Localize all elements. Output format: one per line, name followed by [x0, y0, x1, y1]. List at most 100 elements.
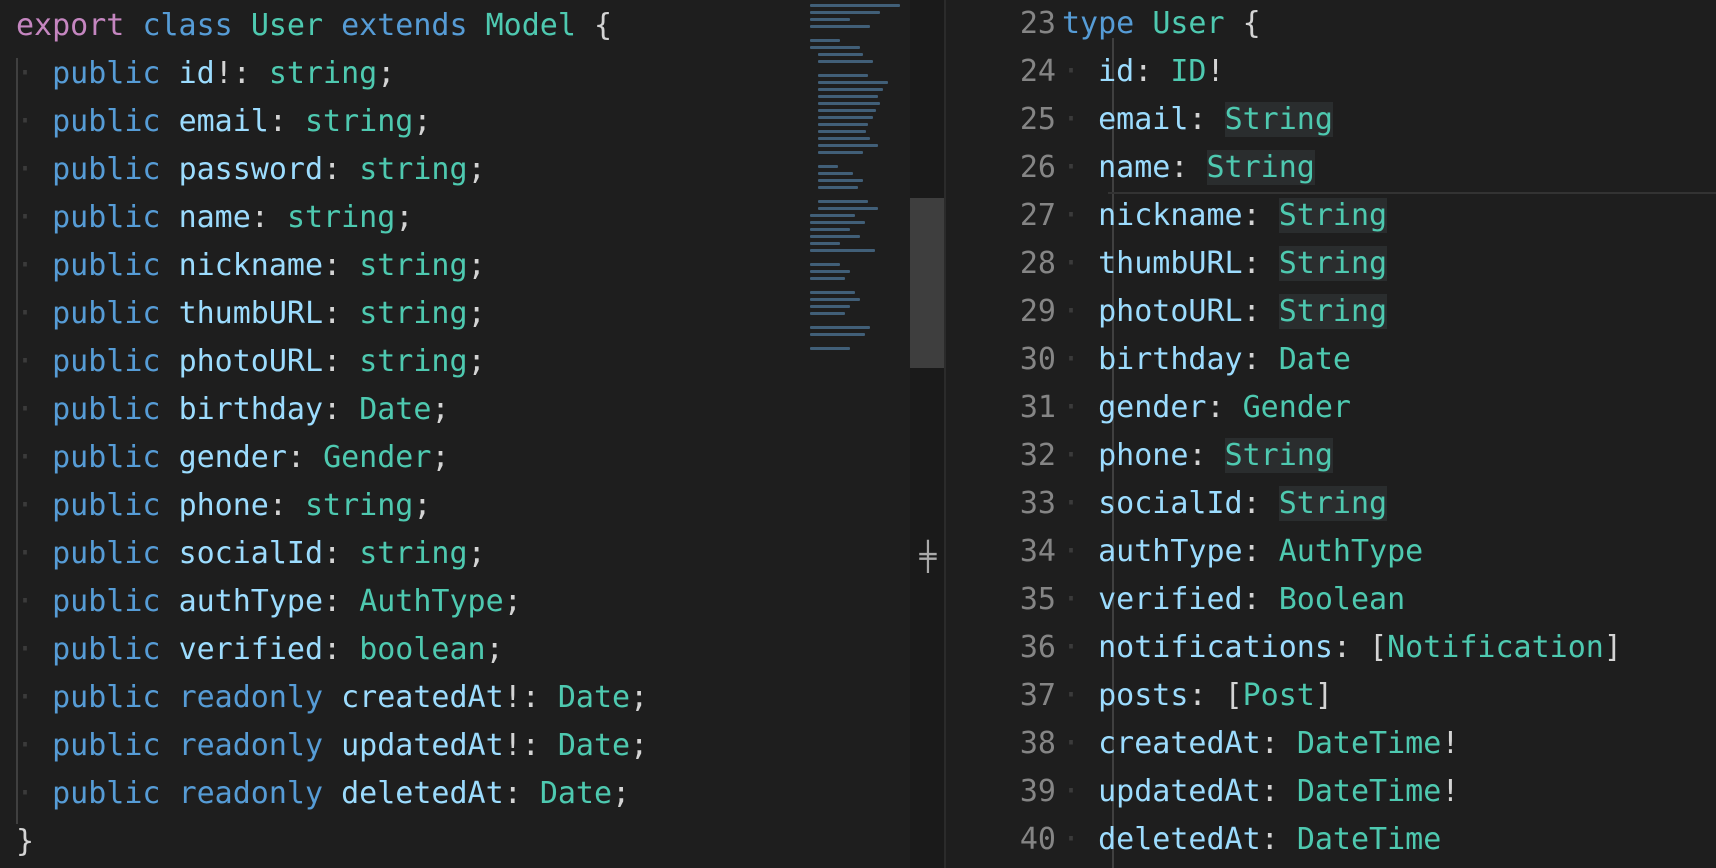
code-token: ·: [16, 296, 53, 331]
code-line[interactable]: · public verified: boolean;: [16, 626, 504, 674]
left-scrollbar-track[interactable]: [910, 0, 944, 868]
code-token: class: [142, 8, 233, 43]
code-line[interactable]: · public readonly deletedAt: Date;: [16, 770, 630, 818]
sash-handle-icon[interactable]: ╪: [914, 540, 942, 574]
code-line[interactable]: · public gender: Gender;: [16, 434, 450, 482]
scrollbar-slider[interactable]: [910, 198, 944, 368]
code-line[interactable]: · deletedAt: DateTime: [1062, 816, 1441, 864]
code-token: Notification: [1387, 630, 1604, 665]
code-line[interactable]: · birthday: Date: [1062, 336, 1351, 384]
code-line[interactable]: · public readonly updatedAt!: Date;: [16, 722, 648, 770]
code-token: public: [52, 584, 161, 619]
code-line[interactable]: · public name: string;: [16, 194, 413, 242]
code-line[interactable]: export class User extends Model {: [16, 2, 612, 50]
code-token: email: [1098, 102, 1189, 137]
code-token: :: [323, 536, 360, 571]
code-token: :: [1242, 342, 1279, 377]
minimap-line: [818, 88, 883, 91]
code-line[interactable]: · socialId: String: [1062, 480, 1388, 528]
code-line[interactable]: · name: String: [1062, 144, 1315, 192]
code-line[interactable]: · posts: [Post]: [1062, 672, 1333, 720]
code-line[interactable]: · photoURL: String: [1062, 288, 1388, 336]
code-line[interactable]: · email: String: [1062, 96, 1333, 144]
code-line[interactable]: · thumbURL: String: [1062, 240, 1388, 288]
code-token: public: [52, 152, 161, 187]
code-line[interactable]: · updatedAt: DateTime!: [1062, 768, 1459, 816]
code-line[interactable]: · public nickname: string;: [16, 242, 486, 290]
minimap-line: [810, 4, 900, 7]
code-line[interactable]: · public readonly createdAt!: Date;: [16, 674, 648, 722]
code-token: ;: [612, 776, 631, 811]
code-token: String: [1224, 102, 1333, 137]
code-line[interactable]: · public email: string;: [16, 98, 431, 146]
code-token: ·: [16, 440, 53, 475]
code-token: Model: [485, 8, 576, 43]
code-token: string: [359, 344, 468, 379]
code-token: birthday: [178, 392, 324, 427]
code-token: ;: [395, 200, 414, 235]
code-line[interactable]: · public password: string;: [16, 146, 486, 194]
code-token: ]: [1314, 678, 1333, 713]
code-token: ·: [16, 344, 53, 379]
code-token: public: [52, 776, 161, 811]
minimap-line: [810, 11, 880, 14]
code-line[interactable]: · id: ID!: [1062, 48, 1225, 96]
left-editor-pane[interactable]: export class User extends Model {· publi…: [0, 0, 908, 868]
code-token: ·: [16, 248, 53, 283]
code-line[interactable]: · phone: String: [1062, 432, 1333, 480]
code-line[interactable]: · createdAt: DateTime!: [1062, 720, 1459, 768]
code-token: ;: [467, 536, 486, 571]
code-token: !:: [214, 56, 269, 91]
minimap-line: [810, 347, 850, 350]
code-line[interactable]: · authType: AuthType: [1062, 528, 1423, 576]
minimap-line: [818, 53, 863, 56]
code-line[interactable]: · public authType: AuthType;: [16, 578, 522, 626]
code-token: :: [323, 344, 360, 379]
code-line[interactable]: · notifications: [Notification]: [1062, 624, 1622, 672]
code-token: :: [503, 776, 540, 811]
code-token: ·: [16, 392, 53, 427]
code-line[interactable]: type User {: [1062, 0, 1261, 48]
code-token: public: [52, 56, 161, 91]
code-token: thumbURL: [178, 296, 324, 331]
code-line[interactable]: }: [16, 818, 34, 866]
code-token: :: [323, 152, 360, 187]
minimap[interactable]: [808, 0, 918, 380]
code-token: authType: [178, 584, 324, 619]
code-line[interactable]: · public socialId: string;: [16, 530, 486, 578]
line-number: 27: [1019, 198, 1056, 233]
right-editor-pane[interactable]: 23 24 25 26 27 28 29 30 31 32 33 34 35 36 37 38 39 40 typ…: [946, 0, 1716, 868]
code-line[interactable]: · public phone: string;: [16, 482, 431, 530]
line-number: 32: [1019, 438, 1056, 473]
line-number: 25: [1019, 102, 1056, 137]
code-token: ]: [1603, 630, 1622, 665]
minimap-line: [810, 305, 850, 308]
minimap-line: [818, 165, 838, 168]
code-token: name: [178, 200, 251, 235]
minimap-line: [818, 207, 878, 210]
current-line-highlight: [1108, 192, 1716, 194]
code-line[interactable]: · public photoURL: string;: [16, 338, 486, 386]
code-line[interactable]: · verified: Boolean: [1062, 576, 1405, 624]
code-line[interactable]: · public thumbURL: string;: [16, 290, 486, 338]
code-token: :: [268, 488, 305, 523]
code-token: Gender: [323, 440, 432, 475]
code-line[interactable]: · public birthday: Date;: [16, 386, 450, 434]
code-token: ;: [431, 440, 450, 475]
code-token: ·: [16, 104, 53, 139]
code-line[interactable]: · gender: Gender: [1062, 384, 1351, 432]
code-token: !: [1206, 54, 1225, 89]
code-line[interactable]: · nickname: String: [1062, 192, 1388, 240]
code-token: verified: [1098, 582, 1243, 617]
code-line[interactable]: · public id!: string;: [16, 50, 395, 98]
code-token: socialId: [178, 536, 324, 571]
code-token: email: [178, 104, 269, 139]
code-token: String: [1206, 150, 1315, 185]
code-token: id: [1098, 54, 1135, 89]
